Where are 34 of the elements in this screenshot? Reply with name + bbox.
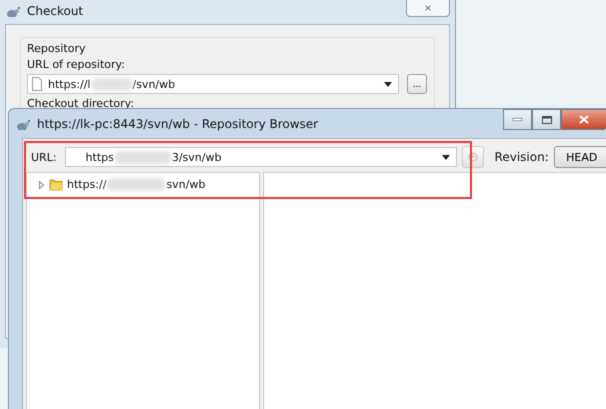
url-label: URL: — [31, 150, 57, 164]
blurred-patch — [90, 78, 132, 90]
minimize-button[interactable] — [503, 109, 532, 130]
url-text: https — [86, 150, 114, 164]
field-label: Checkout directory: — [27, 97, 136, 110]
url-text: 3/svn/wb — [172, 150, 222, 164]
file-icon — [32, 77, 42, 91]
window-title: Checkout — [27, 4, 84, 18]
tree-item[interactable]: svn/wb — [166, 178, 206, 191]
maximize-button[interactable] — [532, 109, 561, 130]
url-text: https://l — [48, 78, 90, 90]
folder-icon — [49, 178, 63, 191]
url-combobox[interactable]: https 3/svn/wb — [64, 147, 457, 167]
expand-arrow-icon[interactable] — [37, 180, 45, 190]
tree-item[interactable]: https:// — [67, 178, 106, 191]
revision-label: Revision: — [494, 150, 549, 164]
blurred-patch — [106, 178, 166, 191]
blurred-patch — [114, 150, 172, 164]
clock-icon — [468, 151, 478, 163]
revision-button[interactable]: HEAD — [554, 146, 606, 168]
group-label: Repository — [27, 42, 86, 55]
history-button[interactable] — [462, 146, 484, 168]
maximize-icon — [542, 116, 552, 124]
close-icon — [579, 115, 589, 124]
url-combobox[interactable]: https://l /svn/wb — [27, 74, 399, 94]
window-title: https://lk-pc:8443/svn/wb - Repository Browser — [37, 116, 318, 130]
field-label: URL of repository: — [27, 58, 126, 71]
minimize-icon — [513, 118, 522, 121]
dropdown-arrow-icon — [442, 154, 450, 160]
close-button[interactable] — [561, 109, 606, 130]
dropdown-arrow-icon — [384, 82, 392, 86]
close-button[interactable]: × — [406, 0, 450, 17]
url-text: /svn/wb — [132, 78, 176, 90]
browse-button[interactable]: ... — [407, 74, 427, 94]
